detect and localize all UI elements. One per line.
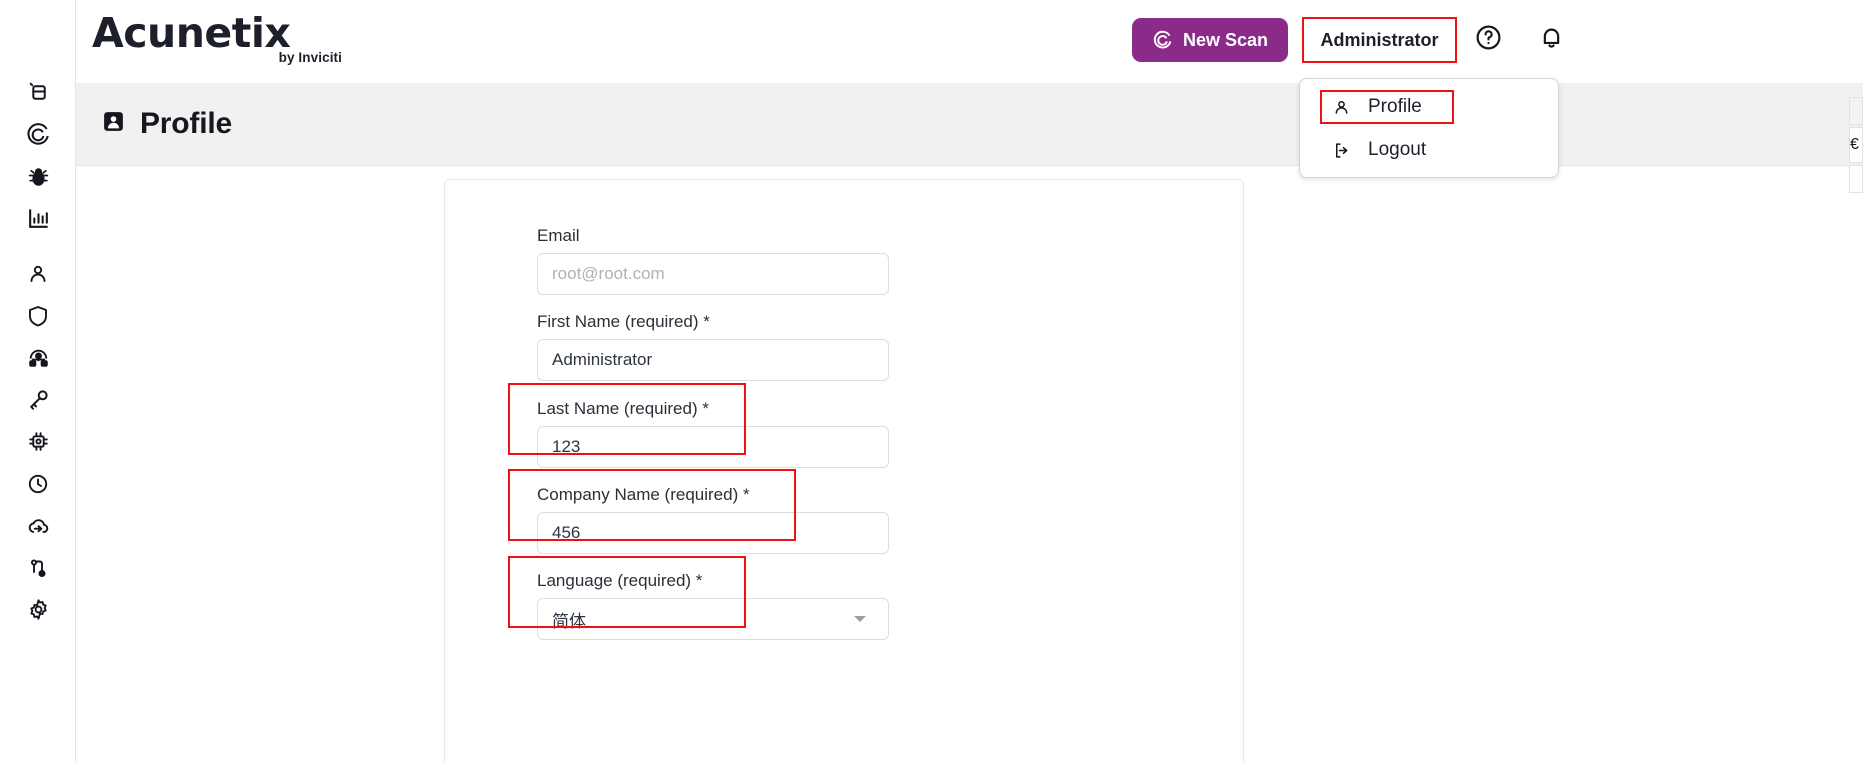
- top-bar: Acunetix by Inviciti New Scan Administra…: [0, 0, 1863, 82]
- field-email: Email root@root.com: [537, 226, 889, 295]
- user-icon: [26, 262, 50, 291]
- account-menu-label: Administrator: [1320, 29, 1439, 50]
- sidebar-item-engines[interactable]: [0, 423, 76, 465]
- company-name-input[interactable]: 456: [537, 512, 889, 554]
- sidebar-icon-list: [0, 74, 76, 633]
- sidebar-item-users[interactable]: [0, 255, 76, 297]
- right-edge-row: [1849, 165, 1863, 193]
- sidebar-divider: [0, 242, 76, 255]
- key-icon: [26, 387, 51, 417]
- language-select[interactable]: 简体: [537, 598, 889, 640]
- sidebar-item-credentials[interactable]: [0, 381, 76, 423]
- menu-item-label: Logout: [1368, 139, 1427, 160]
- field-label-email: Email: [537, 226, 580, 245]
- last-name-input[interactable]: 123: [537, 426, 889, 468]
- git-branch-icon: [26, 556, 50, 585]
- sidebar-item-integrations[interactable]: [0, 549, 76, 591]
- sidebar-item-targets[interactable]: [0, 297, 76, 339]
- chevron-down-icon: [854, 616, 866, 622]
- dashboard-icon: [26, 80, 51, 110]
- field-label-language: Language (required) *: [537, 571, 703, 590]
- user-icon: [1330, 98, 1352, 117]
- sidebar-item-scheduler[interactable]: [0, 465, 76, 507]
- account-dropdown-menu: Profile Logout: [1299, 78, 1559, 178]
- account-menu-button[interactable]: Administrator: [1302, 17, 1457, 63]
- clock-icon: [26, 472, 50, 501]
- chip-icon: [26, 429, 51, 459]
- field-label-first-name: First Name (required) *: [537, 312, 710, 331]
- field-label-company-name: Company Name (required) *: [537, 485, 750, 504]
- left-sidebar: [0, 0, 76, 762]
- field-label-last-name: Last Name (required) *: [537, 399, 709, 418]
- help-circle-icon: [1474, 23, 1503, 57]
- cloud-arrow-icon: [25, 513, 51, 544]
- right-edge-panel: €: [1849, 83, 1863, 213]
- notification-bell-icon: [1537, 23, 1566, 57]
- logout-icon: [1330, 141, 1352, 160]
- field-company-name: Company Name (required) * 456: [537, 485, 889, 554]
- menu-item-logout[interactable]: Logout: [1322, 133, 1434, 167]
- menu-item-profile[interactable]: Profile: [1320, 90, 1454, 124]
- new-scan-label: New Scan: [1183, 29, 1269, 50]
- sidebar-item-scans[interactable]: [0, 116, 76, 158]
- network-icon: [26, 345, 51, 375]
- acunetix-scan-icon: [1152, 30, 1173, 51]
- page-title: Profile: [140, 107, 232, 140]
- brand-tagline: by Inviciti: [278, 50, 342, 65]
- sidebar-item-network-scanner[interactable]: [0, 339, 76, 381]
- sidebar-item-dashboard[interactable]: [0, 74, 76, 116]
- sidebar-item-exports[interactable]: [0, 507, 76, 549]
- gear-icon: [26, 597, 51, 627]
- menu-item-label: Profile: [1368, 96, 1422, 117]
- profile-form-card: Email root@root.com First Name (required…: [444, 179, 1244, 762]
- right-edge-currency: €: [1849, 127, 1863, 163]
- app-root: Acunetix by Inviciti New Scan Administra…: [0, 0, 1863, 762]
- field-language: Language (required) * 简体: [537, 571, 889, 640]
- main-content: Email root@root.com First Name (required…: [76, 166, 1863, 762]
- shield-icon: [26, 304, 50, 333]
- first-name-input[interactable]: Administrator: [537, 339, 889, 381]
- sidebar-item-vulnerabilities[interactable]: [0, 158, 76, 200]
- brand-logo[interactable]: Acunetix by Inviciti: [92, 10, 342, 72]
- sidebar-item-settings[interactable]: [0, 591, 76, 633]
- right-edge-row: [1849, 97, 1863, 125]
- language-selected-value: 简体: [552, 611, 586, 631]
- notifications-button[interactable]: [1533, 22, 1569, 58]
- acunetix-scan-icon: [25, 122, 51, 153]
- field-first-name: First Name (required) * Administrator: [537, 312, 889, 381]
- page-header: Profile: [76, 83, 1863, 166]
- bug-icon: [26, 164, 51, 194]
- bar-chart-icon: [26, 206, 51, 236]
- profile-badge-icon: [101, 109, 126, 139]
- sidebar-item-reports[interactable]: [0, 200, 76, 242]
- email-input[interactable]: root@root.com: [537, 253, 889, 295]
- field-last-name: Last Name (required) * 123: [537, 399, 889, 468]
- new-scan-button[interactable]: New Scan: [1132, 18, 1289, 62]
- help-button[interactable]: [1470, 22, 1506, 58]
